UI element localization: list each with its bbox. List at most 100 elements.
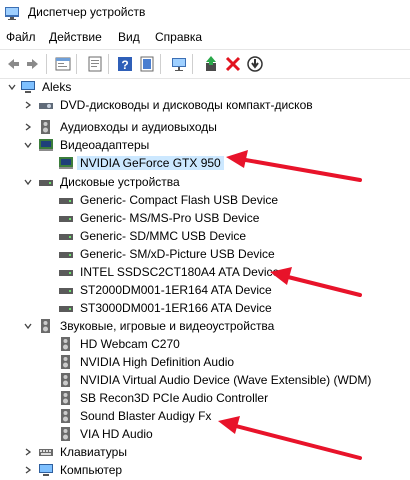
device-label: VIA HD Audio [80,427,153,441]
device-intel-ssd[interactable]: INTEL SSDSC2CT180A4 ATA Device [0,263,410,281]
properties-icon[interactable] [54,55,72,73]
device-label: Generic- Compact Flash USB Device [80,193,279,207]
sound-icon [41,319,50,333]
toolbar-separator [192,54,193,74]
menu-action[interactable]: Действие [49,30,102,44]
title-bar: Диспетчер устройств [0,0,410,26]
disk-drive-icon [59,252,73,258]
speaker-icon [61,373,70,387]
device-disk[interactable]: ST3000DM001-1ER166 ATA Device [0,299,410,317]
device-label: NVIDIA GeForce GTX 950 [77,156,224,170]
device-label: Generic- SM/xD-Picture USB Device [80,247,275,261]
speaker-icon [61,391,70,405]
chevron-down-icon[interactable] [22,139,34,151]
disk-drive-icon [59,216,73,222]
toolbar-separator [160,54,161,74]
device-sound[interactable]: SB Recon3D PCIe Audio Controller [0,389,410,407]
download-icon[interactable] [246,55,264,73]
category-label: Компьютер [60,463,123,477]
show-hidden-icon[interactable] [138,55,156,73]
computer-icon [21,81,35,93]
device-label: ST2000DM001-1ER164 ATA Device [80,283,272,297]
device-disk[interactable]: Generic- SD/MMC USB Device [0,227,410,245]
device-label: INTEL SSDSC2CT180A4 ATA Device [80,265,280,279]
device-nvidia-geforce-gtx-950[interactable]: NVIDIA GeForce GTX 950 [0,154,410,172]
device-label: HD Webcam C270 [80,337,180,351]
chevron-right-icon[interactable] [22,446,34,458]
tree-root[interactable]: Aleks [0,78,410,96]
speaker-icon [61,409,70,423]
help-icon[interactable]: ? [116,55,134,73]
speaker-icon [41,120,50,134]
uninstall-icon[interactable] [224,55,242,73]
svg-text:?: ? [121,58,128,72]
toolbar-separator [46,54,47,74]
device-label: Generic- SD/MMC USB Device [80,229,247,243]
device-label: SB Recon3D PCIe Audio Controller [80,391,269,405]
speaker-icon [61,337,70,351]
chevron-right-icon[interactable] [22,99,34,111]
enable-device-icon[interactable] [202,55,220,73]
disk-drive-icon [39,180,53,186]
category-label: DVD-дисководы и дисководы компакт-дисков [60,98,313,112]
chevron-down-icon[interactable] [22,176,34,188]
device-sound[interactable]: NVIDIA Virtual Audio Device (Wave Extens… [0,371,410,389]
category-label: Клавиатуры [60,445,127,459]
tree-category-sound[interactable]: Звуковые, игровые и видеоустройства [0,317,410,335]
device-sound-blaster[interactable]: Sound Blaster Audigy Fx [0,407,410,425]
device-label: NVIDIA Virtual Audio Device (Wave Extens… [80,373,372,387]
scan-hardware-icon[interactable] [170,55,188,73]
forward-icon[interactable] [24,55,42,73]
menu-view[interactable]: Вид [118,30,140,44]
chevron-down-icon[interactable] [6,81,18,93]
menu-help[interactable]: Справка [155,30,202,44]
disk-drive-icon [59,288,73,294]
device-label: Generic- MS/MS-Pro USB Device [80,211,260,225]
speaker-icon [61,427,70,441]
disk-drive-icon [59,306,73,312]
speaker-icon [61,355,70,369]
tree-category-computer[interactable]: Компьютер [0,461,410,479]
tree-category-display-adapters[interactable]: Видеоадаптеры [0,136,410,154]
tree-category-disk-drives[interactable]: Дисковые устройства [0,173,410,191]
keyboard-icon [39,449,53,456]
computer-icon [39,464,53,476]
tree-root-label: Aleks [42,80,72,94]
toolbar-separator [76,54,77,74]
device-sound[interactable]: VIA HD Audio [0,425,410,443]
device-disk[interactable]: Generic- SM/xD-Picture USB Device [0,245,410,263]
tree-category-keyboards[interactable]: Клавиатуры [0,443,410,461]
device-sound[interactable]: NVIDIA High Definition Audio [0,353,410,371]
tree-category-dvd[interactable]: DVD-дисководы и дисководы компакт-дисков [0,96,410,114]
chevron-down-icon[interactable] [22,320,34,332]
disk-drive-icon [59,270,73,276]
window-title: Диспетчер устройств [28,5,146,19]
category-label: Звуковые, игровые и видеоустройства [60,319,275,333]
dvd-drive-icon [39,103,53,109]
disk-drive-icon [59,234,73,240]
category-label: Аудиовходы и аудиовыходы [60,120,217,134]
device-label: ST3000DM001-1ER166 ATA Device [80,301,272,315]
toolbar-separator [108,54,109,74]
disk-drive-icon [59,198,73,204]
menu-file[interactable]: Файл [6,30,36,44]
back-icon[interactable] [4,55,22,73]
device-disk[interactable]: ST2000DM001-1ER164 ATA Device [0,281,410,299]
tree-category-audio-io[interactable]: Аудиовходы и аудиовыходы [0,118,410,136]
chevron-right-icon[interactable] [22,121,34,133]
category-label: Дисковые устройства [60,175,180,189]
display-adapter-icon [39,139,53,151]
category-label: Видеоадаптеры [60,138,150,152]
chevron-right-icon[interactable] [22,464,34,476]
device-disk[interactable]: Generic- MS/MS-Pro USB Device [0,209,410,227]
device-disk[interactable]: Generic- Compact Flash USB Device [0,191,410,209]
display-adapter-icon [59,157,73,169]
device-manager-icon [5,7,19,20]
device-sound[interactable]: HD Webcam C270 [0,335,410,353]
menu-bar: Файл Действие Вид Справка [0,26,410,48]
toolbar: ? [0,49,410,79]
device-label: Sound Blaster Audigy Fx [80,409,212,423]
device-label: NVIDIA High Definition Audio [80,355,235,369]
update-driver-icon[interactable] [86,55,104,73]
device-tree: Aleks DVD-дисководы и дисководы компакт-… [0,78,410,480]
